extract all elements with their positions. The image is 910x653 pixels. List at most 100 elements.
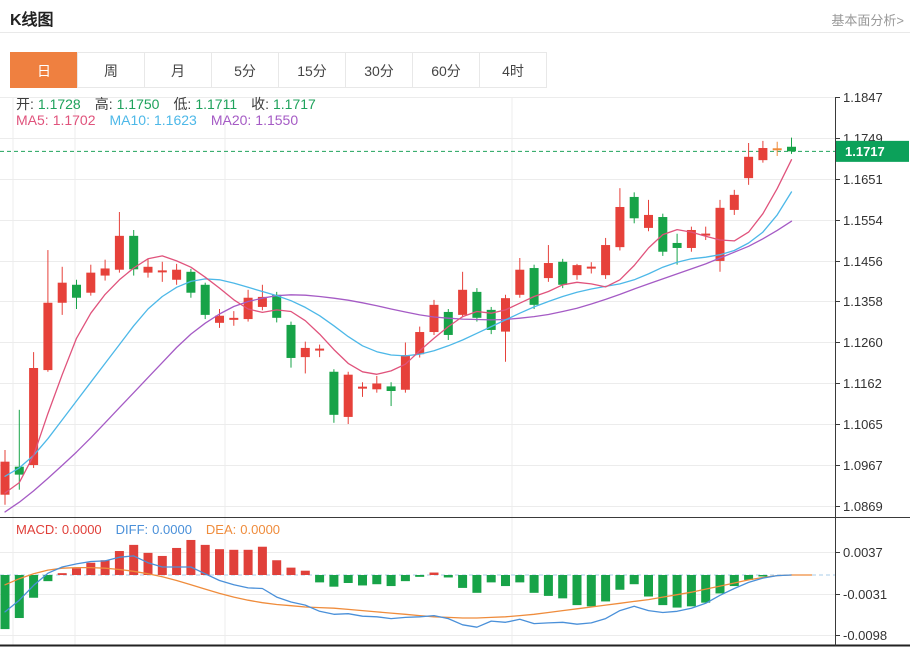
macd-bar (573, 575, 582, 605)
macd-bar (615, 575, 624, 590)
macd-bar (758, 575, 767, 577)
candle-body (758, 148, 767, 160)
candle-body (86, 273, 95, 293)
macd-bar (601, 575, 610, 601)
candle-body (287, 325, 296, 358)
macd-bar (329, 575, 338, 587)
candle-body (315, 349, 324, 351)
candle-body (716, 208, 725, 261)
period-tab-bar: 日周月5分15分30分60分4时 (10, 52, 547, 88)
macd-bar (530, 575, 539, 593)
ma5-line (5, 160, 792, 493)
candle-body (58, 283, 67, 303)
macd-bar (458, 575, 467, 588)
header-divider (0, 32, 910, 33)
tab-period-7[interactable]: 60分 (412, 52, 480, 88)
tab-period-2[interactable]: 周 (77, 52, 145, 88)
price-axis-label: 1.1162 (843, 376, 882, 391)
candle-body (558, 262, 567, 285)
candle-body (501, 298, 510, 331)
candle-body (530, 268, 539, 305)
candle-body (515, 270, 524, 295)
candle-body (573, 265, 582, 275)
macd-bar (287, 568, 296, 575)
macd-bar (86, 563, 95, 575)
tab-period-6[interactable]: 30分 (345, 52, 413, 88)
chart-area[interactable]: 1.18471.17491.16511.15541.14561.13581.12… (0, 88, 910, 648)
macd-bar (658, 575, 667, 605)
macd-bar (186, 540, 195, 575)
macd-bar (487, 575, 496, 582)
candle-body (444, 312, 453, 335)
candle-body (673, 243, 682, 248)
macd-bar (58, 573, 67, 575)
macd-bar (258, 547, 267, 575)
candle-body (630, 197, 639, 218)
macd-bar (515, 575, 524, 582)
price-axis-label: 1.0869 (843, 499, 883, 514)
macd-bar (401, 575, 410, 581)
macd-bar (730, 575, 739, 586)
tab-period-5[interactable]: 15分 (278, 52, 346, 88)
macd-bar (201, 545, 210, 575)
candle-body (787, 147, 796, 152)
macd-bar (372, 575, 381, 584)
macd-axis-label: -0.0031 (843, 587, 887, 602)
candle-body (115, 236, 124, 270)
ma10-line (5, 192, 792, 476)
candle-body (201, 285, 210, 315)
price-axis-label: 1.1554 (843, 213, 883, 228)
price-axis-label: 1.1847 (843, 90, 883, 105)
macd-bar (673, 575, 682, 608)
candle-body (615, 207, 624, 247)
candle-body (29, 368, 38, 465)
candle-body (458, 290, 467, 315)
macd-bar (716, 575, 725, 593)
candle-body (329, 372, 338, 415)
price-axis-label: 1.1260 (843, 335, 883, 350)
price-axis-label: 1.1456 (843, 254, 883, 269)
macd-bar (215, 549, 224, 575)
macd-bar (272, 560, 281, 575)
candle-body (587, 267, 596, 269)
page-header: K线图 基本面分析> (0, 0, 910, 32)
macd-bar (472, 575, 481, 593)
macd-bar (587, 575, 596, 606)
candle-body (43, 303, 52, 370)
candle-body (544, 263, 553, 278)
fundamental-analysis-link[interactable]: 基本面分析> (831, 10, 904, 29)
candle-body (129, 236, 138, 269)
kline-macd-chart[interactable]: 1.18471.17491.16511.15541.14561.13581.12… (0, 88, 910, 648)
tab-period-1[interactable]: 日 (10, 52, 78, 88)
macd-axis-label: 0.0037 (843, 545, 883, 560)
candle-body (430, 305, 439, 332)
macd-bar (344, 575, 353, 583)
macd-bar (630, 575, 639, 584)
price-axis-label: 1.0967 (843, 458, 883, 473)
price-axis-label: 1.1065 (843, 417, 883, 432)
candle-body (601, 245, 610, 275)
macd-bar (501, 575, 510, 586)
macd-bar (687, 575, 696, 606)
macd-bar (387, 575, 396, 586)
macd-bar (415, 575, 424, 577)
candle-body (372, 383, 381, 389)
candle-body (472, 292, 481, 318)
candle-body (272, 295, 281, 318)
macd-axis-label: -0.0098 (843, 628, 887, 643)
tab-period-3[interactable]: 月 (144, 52, 212, 88)
macd-bar (315, 575, 324, 582)
last-price-badge-text: 1.1717 (845, 144, 885, 159)
macd-bar (72, 568, 81, 575)
candle-body (72, 285, 81, 298)
tab-period-8[interactable]: 4时 (479, 52, 547, 88)
candle-body (158, 270, 167, 272)
macd-bar (544, 575, 553, 596)
macd-bar (229, 550, 238, 575)
candle-body (172, 270, 181, 280)
macd-bar (29, 575, 38, 598)
candle-body (744, 157, 753, 178)
tab-period-4[interactable]: 5分 (211, 52, 279, 88)
candle-body (773, 148, 782, 150)
macd-bar (430, 573, 439, 575)
